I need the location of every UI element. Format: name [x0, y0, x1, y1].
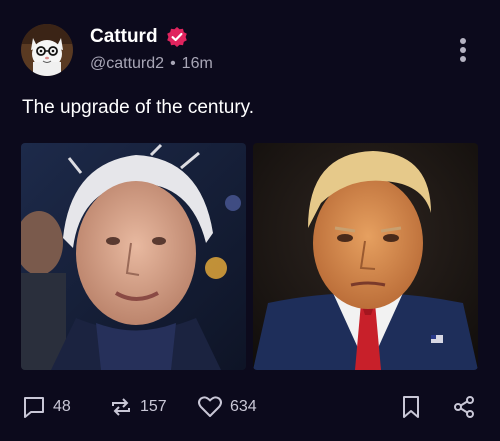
like-button[interactable]: 634 — [197, 392, 257, 422]
share-button[interactable] — [452, 392, 476, 422]
more-vertical-icon[interactable] — [452, 35, 474, 67]
repost-button[interactable]: 157 — [109, 392, 167, 422]
reply-button[interactable]: 48 — [22, 392, 71, 422]
author-name-row: Catturd — [90, 25, 188, 49]
post-image-right[interactable] — [253, 143, 478, 370]
post-timestamp[interactable]: 16m — [182, 55, 213, 73]
repost-icon — [109, 395, 133, 419]
bookmark-button[interactable] — [401, 392, 421, 422]
post-action-bar: 48 157 634 — [0, 392, 500, 422]
post-card: Catturd @catturd2 • 16m The upgrade of t… — [0, 0, 500, 441]
share-icon — [452, 395, 476, 419]
bookmark-icon — [401, 395, 421, 419]
post-image-left[interactable] — [21, 143, 246, 370]
author-meta-row: @catturd2 • 16m — [90, 55, 213, 73]
avatar[interactable] — [21, 24, 73, 76]
reply-count: 48 — [53, 398, 71, 415]
like-count: 634 — [230, 398, 257, 415]
meta-separator: • — [170, 55, 176, 72]
verified-badge-icon — [166, 26, 188, 48]
reply-icon — [22, 395, 46, 419]
author-handle[interactable]: @catturd2 — [90, 55, 164, 73]
author-display-name[interactable]: Catturd — [90, 26, 158, 48]
post-text: The upgrade of the century. — [22, 97, 255, 118]
heart-icon — [197, 395, 223, 419]
repost-count: 157 — [140, 398, 167, 415]
